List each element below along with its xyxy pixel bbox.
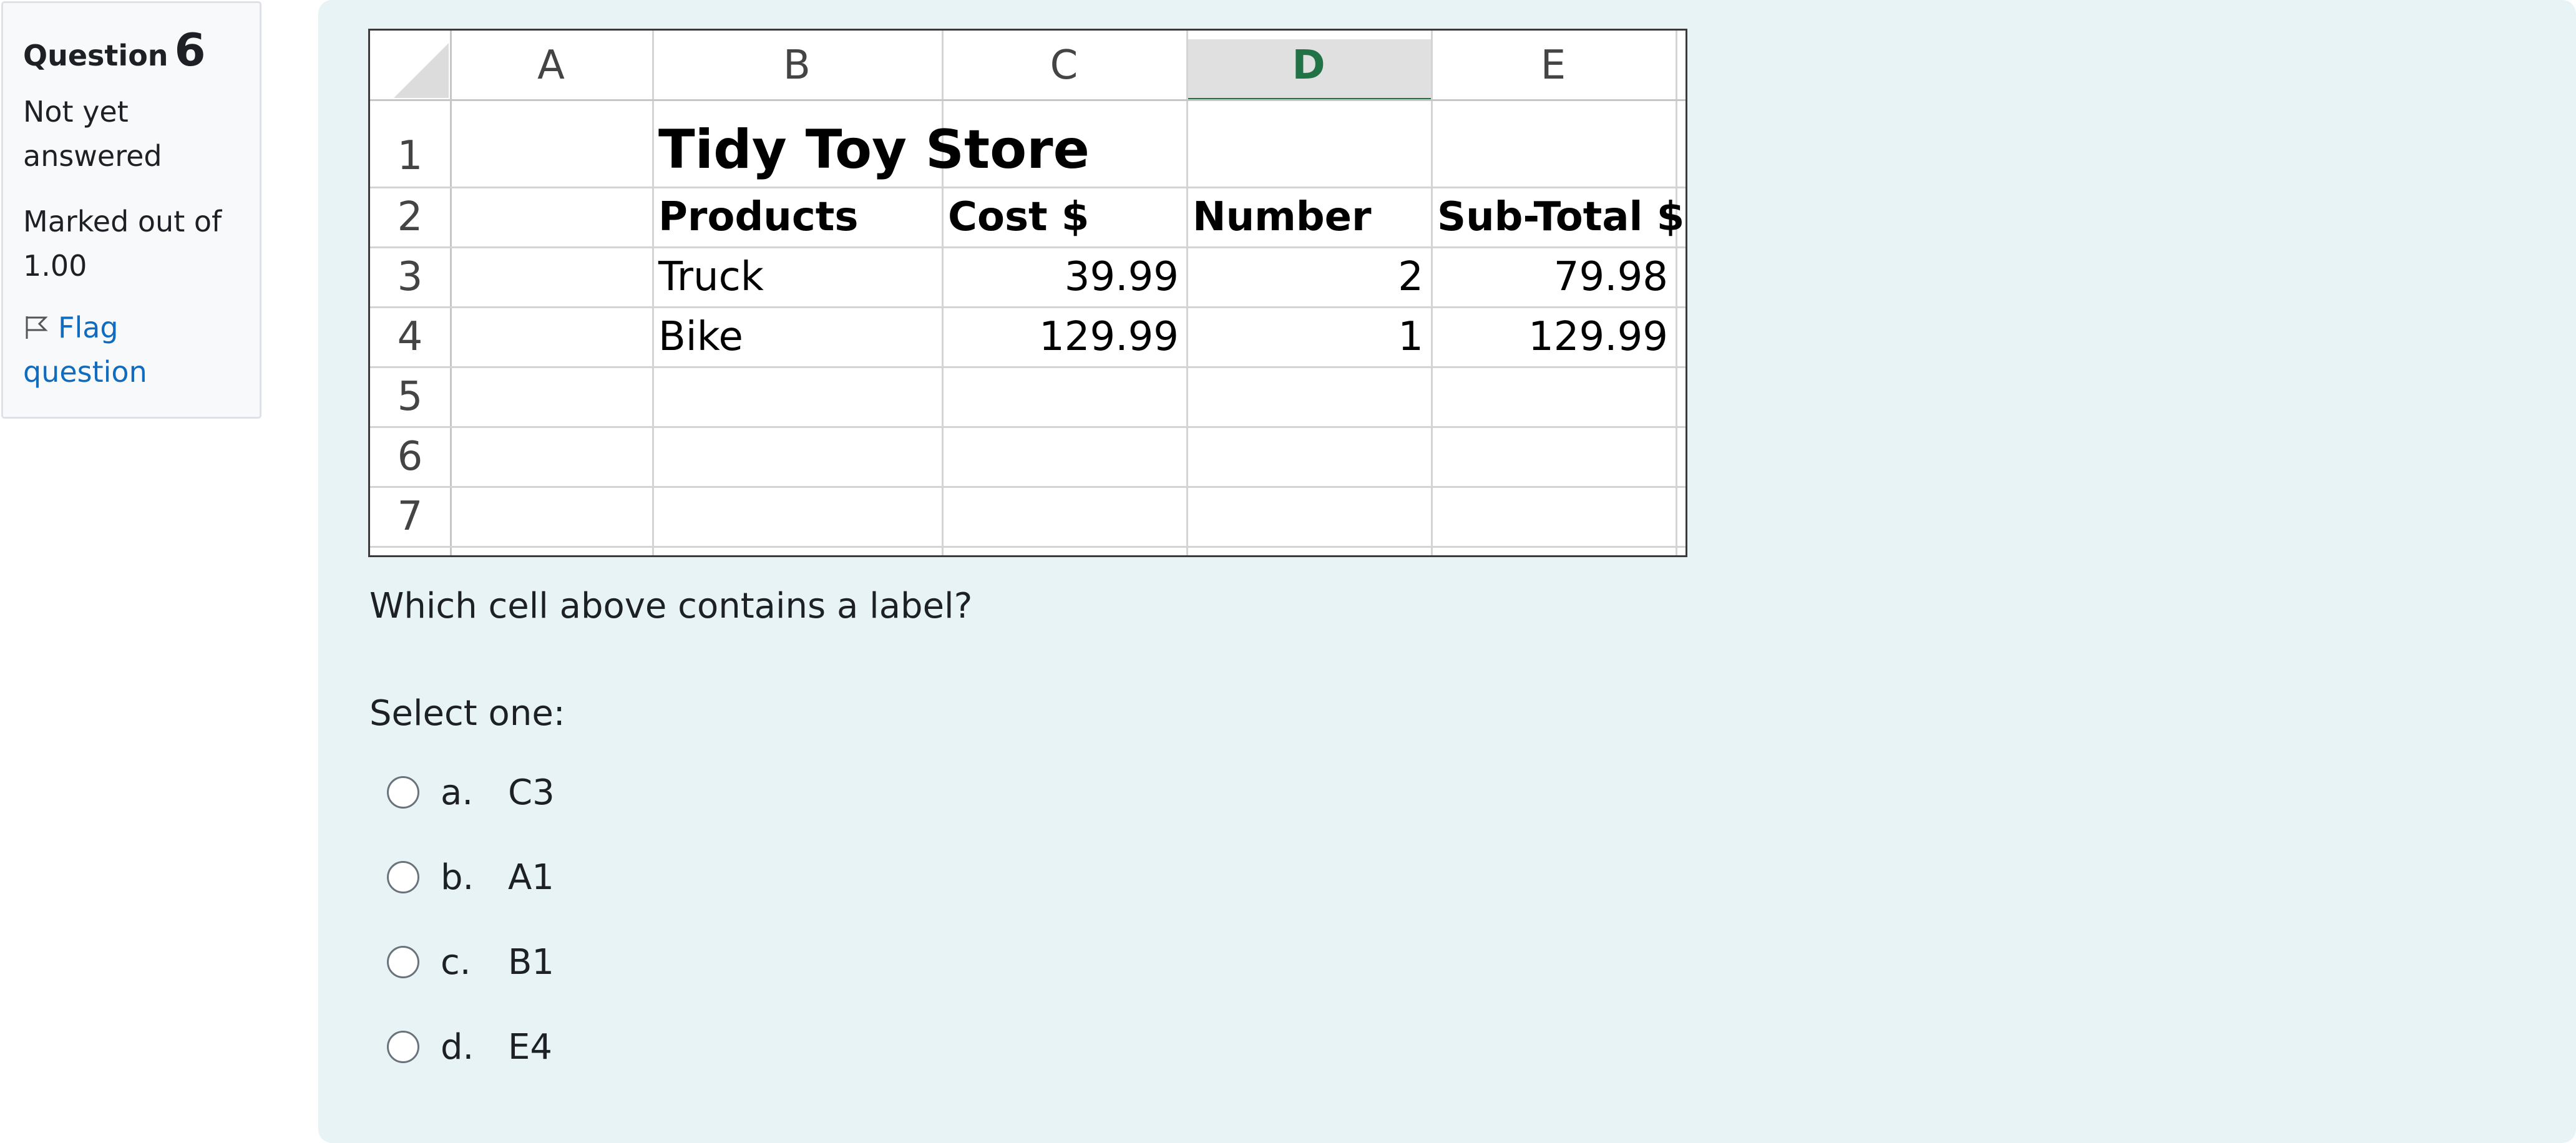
answer-option-c[interactable]: c. B1	[387, 931, 554, 993]
option-text-d: E4	[508, 1026, 553, 1068]
column-header-d: D	[1292, 42, 1325, 89]
question-info-panel: Question 6 Not yet answered Marked out of…	[1, 1, 261, 419]
cell-c3: 39.99	[1064, 254, 1179, 300]
grid-line	[370, 366, 1686, 368]
radio-button-d[interactable]	[387, 1031, 419, 1063]
cell-e4: 129.99	[1528, 314, 1668, 360]
cell-b1-title: Tidy Toy Store	[658, 119, 1090, 181]
radio-button-b[interactable]	[387, 861, 419, 893]
answer-option-a[interactable]: a. C3	[387, 761, 555, 824]
answer-option-d[interactable]: d. E4	[387, 1016, 552, 1078]
flag-question-link[interactable]: Flag question	[23, 306, 240, 394]
option-letter-d: d.	[441, 1026, 474, 1068]
option-text-b: A1	[508, 857, 554, 898]
cell-b3: Truck	[658, 254, 764, 300]
question-heading: Question 6	[23, 22, 240, 84]
column-header-a: A	[537, 42, 565, 89]
grid-line	[1676, 31, 1677, 555]
grid-line	[370, 546, 1686, 548]
cell-e2: Sub-Total $	[1437, 194, 1685, 240]
cell-b4: Bike	[658, 314, 743, 360]
row-header-1: 1	[397, 133, 423, 179]
question-text: Which cell above contains a label?	[369, 586, 973, 626]
question-state: Not yet answered	[23, 95, 162, 173]
option-letter-b: b.	[441, 857, 474, 898]
cell-e3: 79.98	[1553, 254, 1668, 300]
row-header-2: 2	[397, 194, 423, 240]
cell-d2: Number	[1193, 194, 1372, 240]
select-one-prompt: Select one:	[369, 693, 565, 734]
flag-icon	[26, 316, 48, 339]
cell-d3: 2	[1398, 254, 1423, 300]
option-letter-c: c.	[441, 941, 471, 983]
column-header-c: C	[1050, 42, 1078, 89]
radio-button-a[interactable]	[387, 776, 419, 809]
row-header-4: 4	[397, 314, 423, 360]
cell-d4: 1	[1398, 314, 1423, 360]
grid-line	[370, 486, 1686, 488]
answer-option-b[interactable]: b. A1	[387, 846, 554, 908]
spreadsheet-image: A B C D E 1 2 3 4 5 6 7 Tidy Toy Store P…	[368, 29, 1687, 557]
question-number: 6	[174, 24, 206, 76]
cell-c2: Cost $	[948, 194, 1090, 240]
row-header-7: 7	[397, 494, 423, 540]
grid-line	[370, 426, 1686, 428]
column-header-e: E	[1540, 42, 1566, 89]
option-text-a: C3	[508, 772, 555, 813]
grid-line	[450, 31, 452, 555]
option-letter-a: a.	[441, 772, 474, 813]
row-header-5: 5	[397, 374, 423, 420]
option-text-c: B1	[508, 941, 555, 983]
cell-b2: Products	[658, 194, 859, 240]
select-all-corner-icon	[394, 43, 449, 98]
row-header-6: 6	[397, 434, 423, 480]
radio-button-c[interactable]	[387, 946, 419, 978]
row-header-3: 3	[397, 254, 423, 300]
column-header-b: B	[783, 42, 811, 89]
question-grade: Marked out of 1.00	[23, 205, 222, 283]
cell-c4: 129.99	[1039, 314, 1179, 360]
question-label: Question	[23, 39, 168, 72]
grid-line	[652, 31, 654, 555]
